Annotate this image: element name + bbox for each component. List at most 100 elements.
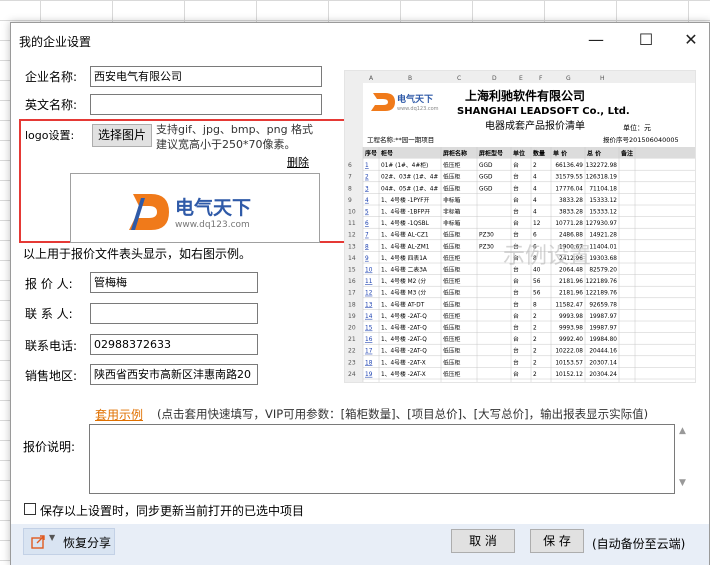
- quoter-input[interactable]: 管梅梅: [90, 272, 258, 293]
- preview-cell: 9993.98: [559, 314, 583, 320]
- apply-example-link[interactable]: 套用示例: [95, 406, 143, 423]
- preview-cell: 1、4号楼 四表1A: [381, 254, 427, 262]
- preview-cell: 12: [533, 221, 541, 227]
- preview-cell: 14921.28: [589, 233, 617, 239]
- english-name-input[interactable]: [90, 94, 322, 115]
- preview-cell: 13: [365, 302, 373, 308]
- preview-cell: 132272.98: [586, 163, 618, 169]
- preview-row-number: 16: [348, 278, 356, 285]
- preview-cell: 19: [365, 372, 373, 378]
- preview-quote-no: 报价序号201506040005: [603, 135, 679, 144]
- preview-cell: 5: [365, 210, 369, 216]
- preview-cell: 04#、05# (1#、4#: [381, 186, 438, 192]
- preview-cell: 低压柜: [443, 300, 461, 308]
- close-button[interactable]: ✕: [671, 27, 710, 53]
- phone-input[interactable]: 02988372633: [90, 334, 258, 355]
- contact-input[interactable]: [90, 303, 258, 324]
- preview-cell: 2486.88: [559, 233, 583, 239]
- preview-cell: 17: [365, 349, 373, 355]
- preview-cell: PZ30: [479, 244, 494, 250]
- preview-cell: 8: [533, 302, 537, 308]
- preview-cell: 台: [513, 184, 519, 192]
- preview-cell: 低压柜: [443, 266, 461, 274]
- preview-header-cell: 备注: [620, 150, 633, 158]
- preview-cell: 台: [513, 335, 519, 343]
- restore-share-button[interactable]: ▼ 恢复分享: [23, 528, 115, 555]
- preview-col-letter: F: [539, 75, 543, 82]
- preview-cell: 56: [533, 291, 541, 297]
- cancel-button[interactable]: 取 消: [451, 529, 515, 553]
- preview-cell: 31579.55: [555, 175, 583, 181]
- preview-cell: 11404.01: [589, 244, 617, 250]
- delete-logo-link[interactable]: 删除: [287, 154, 309, 170]
- preview-header-cell: 屏柜型号: [478, 150, 503, 158]
- preview-cell: 20307.14: [589, 360, 617, 366]
- preview-cell: 18: [365, 360, 373, 366]
- preview-cell: 14: [365, 314, 373, 320]
- preview-cell: 2: [533, 163, 537, 169]
- preview-cell: 4: [533, 210, 537, 216]
- preview-cell: 71104.18: [589, 186, 617, 192]
- preview-cell: 4: [365, 198, 369, 204]
- choose-image-button[interactable]: 选择图片: [92, 124, 152, 147]
- preview-cell: 10771.28: [555, 221, 583, 227]
- preview-row-number: 24: [348, 371, 356, 378]
- preview-cell: 低压柜: [443, 335, 461, 343]
- preview-cell: 11582.47: [555, 302, 583, 308]
- preview-cell: 2: [365, 175, 369, 181]
- logo-hint: 支持gif、jpg、bmp、png 格式 建议宽高小于250*70像素。: [156, 123, 314, 151]
- preview-cell: 台: [513, 173, 519, 181]
- preview-cell: 低压柜: [443, 277, 461, 285]
- preview-cell: 2181.96: [559, 279, 583, 285]
- cloud-backup-note: (自动备份至云端): [592, 537, 686, 551]
- maximize-button[interactable]: ☐: [626, 27, 666, 53]
- preview-company-en: SHANGHAI LEADSOFT Co., Ltd.: [457, 106, 630, 117]
- preview-cell: 低压柜: [443, 231, 461, 239]
- quote-preview-image: ABCDEFGH 电气天下 www.dq123.com 上海利驰软件有限公司 S…: [344, 70, 696, 383]
- preview-cell: 12: [365, 291, 373, 297]
- preview-cell: 1、4号楼 -2AT-X: [381, 370, 426, 378]
- preview-cell: 127930.97: [586, 221, 618, 227]
- preview-cell: 10153.57: [555, 360, 583, 366]
- preview-row-number: 15: [348, 267, 356, 274]
- preview-cell: 20304.24: [589, 372, 617, 378]
- preview-cell: 19987.97: [589, 314, 617, 320]
- preview-row-number: 20: [348, 325, 356, 332]
- preview-cell: 台: [513, 161, 519, 169]
- preview-cell: 台: [513, 289, 519, 297]
- company-name-input[interactable]: 西安电气有限公司: [90, 66, 322, 87]
- logo-brand-text: 电气天下: [175, 196, 251, 219]
- preview-cell: 92659.78: [589, 302, 617, 308]
- preview-cell: 2: [533, 360, 537, 366]
- save-button[interactable]: 保 存: [530, 529, 584, 553]
- preview-row-number: 14: [348, 255, 356, 262]
- enterprise-settings-dialog: 我的企业设置 — ☐ ✕ 企业名称: 西安电气有限公司 英文名称: logo设置…: [10, 22, 710, 565]
- preview-project-note: 工程名称:**园一期项目: [367, 135, 434, 144]
- preview-cell: 2: [533, 337, 537, 343]
- preview-cell: 126318.19: [586, 175, 618, 181]
- region-input[interactable]: 陕西省西安市高新区沣惠南路20: [90, 364, 258, 385]
- preview-col-letter: E: [519, 75, 523, 82]
- preview-cell: 低压柜: [443, 370, 461, 378]
- preview-cell: GGD: [479, 163, 493, 169]
- quote-desc-textarea[interactable]: [89, 424, 675, 494]
- preview-cell: 1、4号楼 AL-ZM1: [381, 242, 430, 250]
- preview-cell: 6: [365, 221, 369, 227]
- minimize-button[interactable]: —: [576, 27, 616, 53]
- sync-checkbox[interactable]: [24, 503, 36, 515]
- textarea-scroll-up-icon[interactable]: ▲: [679, 426, 686, 436]
- textarea-scroll-down-icon[interactable]: ▼: [679, 478, 686, 488]
- preview-row-number: 10: [348, 209, 356, 216]
- preview-header-cell: 单位: [513, 150, 525, 158]
- preview-cell: 1、4号楼 M3 (分: [381, 289, 426, 297]
- apply-example-note: (点击套用快速填写，VIP可用参数：[箱柜数量]、[项目总价]、[大写总价]，输…: [157, 407, 649, 421]
- preview-row-number: 12: [348, 232, 356, 239]
- preview-company-cn: 上海利驰软件有限公司: [465, 88, 585, 103]
- preview-row-number: 21: [348, 336, 356, 343]
- logo-preview-box: 电气天下 www.dq123.com: [70, 173, 320, 243]
- preview-cell: 非标箱: [443, 208, 461, 216]
- sync-checkbox-label: 保存以上设置时，同步更新当前打开的已选中项目: [40, 504, 305, 518]
- preview-cell: 19303.68: [589, 256, 617, 262]
- english-name-label: 英文名称:: [25, 98, 78, 112]
- preview-cell: 122189.76: [586, 291, 618, 297]
